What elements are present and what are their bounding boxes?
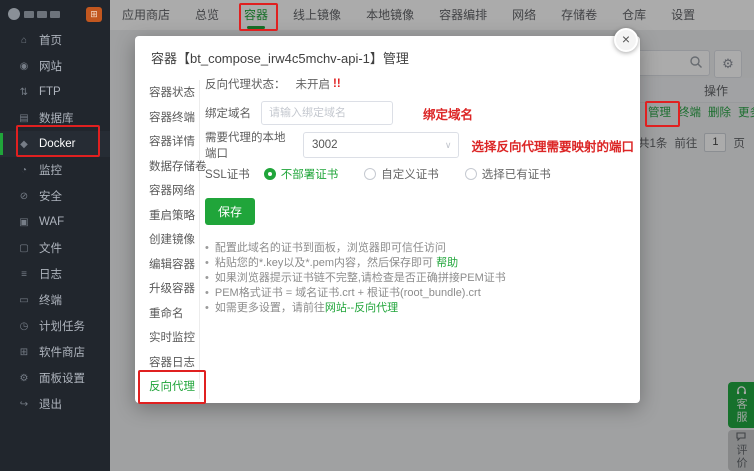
logo-text-mark [24, 11, 86, 18]
sidebar-item-icon: ◆ [18, 139, 30, 150]
sidebar-item[interactable]: ⊞ 软件商店 [0, 339, 110, 365]
sidebar-item-label: 监控 [39, 162, 62, 178]
modal-tab[interactable]: 容器终端 [135, 105, 199, 130]
screen: ⊞ ⌂ 首页 ◉ 网站 ⇅ FTP ▤ [0, 0, 754, 471]
port-select[interactable]: 3002 ∨ [303, 132, 460, 158]
container-manage-modal: × 容器【bt_compose_irw4c5mchv-api-1】管理 容器状态… [135, 36, 640, 403]
tip-item: PEM格式证书 = 域名证书.crt + 根证书(root_bundle).cr… [205, 286, 634, 301]
reverse-proxy-panel: 反向代理状态： 未开启 !! 绑定域名 绑定域名 需要代理的本地端口 3002 … [199, 72, 634, 403]
status-annotation-mark: !! [333, 78, 341, 90]
sidebar-item-icon: ▤ [18, 113, 30, 124]
chevron-down-icon: ∨ [445, 140, 452, 151]
sidebar-item[interactable]: ▣ WAF [0, 209, 110, 235]
sidebar-item[interactable]: ▢ 文件 [0, 235, 110, 261]
sidebar-item-icon: ▢ [18, 243, 30, 254]
notification-badge[interactable]: ⊞ [86, 7, 102, 22]
sidebar-item[interactable]: ◆ Docker [0, 131, 110, 157]
domain-annotation: 绑定域名 [423, 104, 473, 123]
close-icon[interactable]: × [614, 28, 638, 52]
tips-list: 配置此域名的证书到面板，浏览器即可信任访问 粘贴您的*.key以及*.pem内容… [205, 241, 634, 316]
sidebar-item[interactable]: ≡ 日志 [0, 261, 110, 287]
sidebar-item-icon: ⇅ [18, 87, 30, 98]
modal-tab-list: 容器状态 容器终端 容器详情 数据存储卷 容器网络 重启策略 创建镜像 编辑容器… [135, 80, 200, 399]
sidebar-item[interactable]: ◉ 网站 [0, 53, 110, 79]
sidebar-item[interactable]: ↪ 退出 [0, 391, 110, 417]
modal-tab[interactable]: 反向代理 [135, 374, 199, 399]
sidebar-menu: ⌂ 首页 ◉ 网站 ⇅ FTP ▤ 数据库 [0, 25, 110, 417]
sidebar-item-label: 计划任务 [39, 318, 85, 334]
ssl-radio-option[interactable]: 选择已有证书 [465, 166, 551, 182]
domain-label: 绑定域名 [205, 105, 251, 121]
sidebar-item-icon: ◷ [18, 321, 30, 332]
modal-tab[interactable]: 编辑容器 [135, 252, 199, 277]
radio-icon [264, 168, 276, 180]
sidebar-item[interactable]: ◔ 监控 [0, 157, 110, 183]
modal-tab[interactable]: 容器状态 [135, 80, 199, 105]
sidebar-item-label: 终端 [39, 292, 62, 308]
sidebar-item-label: 软件商店 [39, 344, 85, 360]
sidebar-item-icon: ◉ [18, 61, 30, 72]
sidebar-item-label: 数据库 [39, 110, 74, 126]
sidebar-item-label: 退出 [39, 396, 62, 412]
sidebar-item[interactable]: ◷ 计划任务 [0, 313, 110, 339]
save-button[interactable]: 保存 [205, 198, 255, 225]
sidebar-item[interactable]: ▤ 数据库 [0, 105, 110, 131]
ssl-options: 不部署证书 自定义证书 选择已有证书 [264, 166, 551, 182]
modal-tab[interactable]: 重启策略 [135, 203, 199, 228]
sidebar-item-icon: ▭ [18, 295, 30, 306]
port-select-value: 3002 [312, 139, 338, 151]
tip-link[interactable]: 帮助 [436, 257, 458, 269]
ssl-radio-option[interactable]: 自定义证书 [364, 166, 439, 182]
tip-item: 配置此域名的证书到面板，浏览器即可信任访问 [205, 241, 634, 256]
sidebar-item-label: WAF [39, 216, 64, 228]
sidebar-item-label: 安全 [39, 188, 62, 204]
radio-icon [364, 168, 376, 180]
sidebar-item-label: 面板设置 [39, 370, 85, 386]
port-label: 需要代理的本地端口 [205, 129, 297, 161]
sidebar-item-label: 首页 [39, 32, 62, 48]
sidebar-item[interactable]: ⌂ 首页 [0, 27, 110, 53]
radio-icon [465, 168, 477, 180]
sidebar-item[interactable]: ▭ 终端 [0, 287, 110, 313]
sidebar-item-icon: ⊞ [18, 347, 30, 358]
modal-tab[interactable]: 升级容器 [135, 276, 199, 301]
sidebar-item-label: 网站 [39, 58, 62, 74]
sidebar-item-label: Docker [39, 138, 75, 150]
modal-tab[interactable]: 容器详情 [135, 129, 199, 154]
sidebar-item[interactable]: ⊘ 安全 [0, 183, 110, 209]
ssl-radio-option[interactable]: 不部署证书 [264, 166, 339, 182]
sidebar-item-label: FTP [39, 86, 61, 98]
proxy-status-value: 未开启 [296, 76, 331, 92]
modal-tab[interactable]: 实时监控 [135, 325, 199, 350]
tip-link[interactable]: 网站--反向代理 [325, 302, 398, 314]
sidebar-item-label: 文件 [39, 240, 62, 256]
modal-tab[interactable]: 数据存储卷 [135, 154, 199, 179]
port-annotation: 选择反向代理需要映射的端口 [471, 136, 634, 155]
sidebar-item-label: 日志 [39, 266, 62, 282]
sidebar-item[interactable]: ⚙ 面板设置 [0, 365, 110, 391]
tip-item: 如需更多设置，请前往网站--反向代理 [205, 301, 634, 316]
panel-logo: ⊞ [0, 0, 110, 25]
sidebar-item-icon: ⌂ [18, 35, 30, 46]
sidebar-item[interactable]: ⇅ FTP [0, 79, 110, 105]
proxy-status-label: 反向代理状态： [205, 76, 286, 92]
sidebar-item-icon: ◔ [18, 165, 30, 176]
domain-input[interactable] [261, 101, 393, 125]
logo-icon [8, 8, 20, 20]
sidebar: ⊞ ⌂ 首页 ◉ 网站 ⇅ FTP ▤ [0, 0, 110, 471]
tip-item: 粘贴您的*.key以及*.pem内容，然后保存即可 帮助 [205, 256, 634, 271]
tip-item: 如果浏览器提示证书链不完整,请检查是否正确拼接PEM证书 [205, 271, 634, 286]
ssl-label: SSL证书 [205, 166, 250, 182]
sidebar-item-icon: ≡ [18, 269, 30, 280]
sidebar-item-icon: ↪ [18, 399, 30, 410]
modal-tab[interactable]: 容器网络 [135, 178, 199, 203]
modal-title: 容器【bt_compose_irw4c5mchv-api-1】管理 [135, 36, 640, 73]
sidebar-item-icon: ▣ [18, 217, 30, 228]
modal-tab[interactable]: 容器日志 [135, 350, 199, 375]
sidebar-item-icon: ⊘ [18, 191, 30, 202]
sidebar-item-icon: ⚙ [18, 373, 30, 384]
modal-tab[interactable]: 重命名 [135, 301, 199, 326]
modal-tab[interactable]: 创建镜像 [135, 227, 199, 252]
